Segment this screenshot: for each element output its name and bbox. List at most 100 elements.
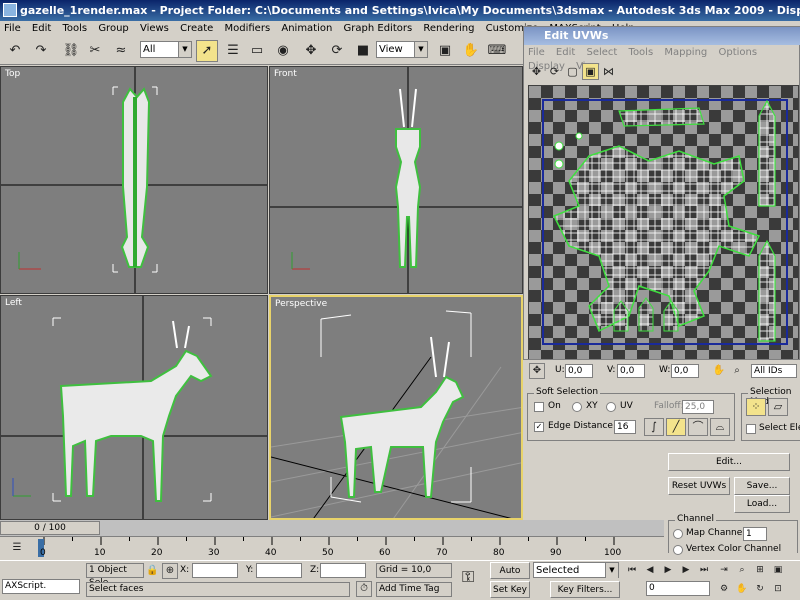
zoom-all-icon[interactable]: ⊞ [752,562,768,578]
falloff-smooth-icon[interactable]: ∫ [644,418,664,436]
uvw-editor-canvas[interactable] [528,85,799,372]
play-icon[interactable]: ▶ [660,562,676,578]
menu-edit[interactable]: Edit [28,21,55,37]
select-element-checkbox[interactable] [746,424,756,434]
time-configuration-icon[interactable]: ⚙ [716,581,732,597]
edge-mode-icon[interactable]: ▱ [768,398,788,416]
time-tag-icon[interactable]: ⏱ [356,581,372,597]
w-field[interactable]: 0,0 [671,364,699,378]
viewport-front[interactable]: Front [269,66,523,294]
select-manipulate-icon[interactable]: ✋ [460,40,482,62]
uvw-freeform-icon[interactable]: ▣ [582,63,599,80]
undo-icon[interactable]: ↶ [4,40,26,62]
go-to-start-icon[interactable]: ⏮ [624,562,640,578]
maxscript-listener[interactable]: AXScript. [2,579,80,594]
uvw-menu-tools[interactable]: Tools [625,46,658,60]
time-slider[interactable]: 0 / 100 [0,520,664,536]
edit-uvws-title-bar[interactable]: Edit UVWs [524,27,800,45]
edge-distance-checkbox[interactable]: ✓ [534,422,544,432]
auto-key-button[interactable]: Auto Key [490,562,530,592]
edge-distance-field[interactable]: 16 [614,420,636,434]
u-field[interactable]: 0,0 [565,364,593,378]
xy-radio[interactable] [572,402,582,412]
uvw-rotate-icon[interactable]: ⟳ [546,63,563,80]
go-to-end-icon[interactable]: ⏭ [696,562,712,578]
rotate-icon[interactable]: ⟳ [326,40,348,62]
menu-graph-editors[interactable]: Graph Editors [340,21,417,37]
vertex-mode-icon[interactable]: ⁘ [746,398,766,416]
edit-button[interactable]: Edit... [668,453,790,471]
current-frame-field[interactable]: 0 [646,581,710,596]
menu-group[interactable]: Group [94,21,132,37]
y-field[interactable] [256,563,302,578]
x-field[interactable] [192,563,238,578]
next-frame-icon[interactable]: ▶ [678,562,694,578]
redo-icon[interactable]: ↷ [30,40,52,62]
pan-view-icon[interactable]: ✋ [734,581,750,597]
map-channel-radio[interactable] [673,529,683,539]
track-view-icon[interactable]: ☰ [8,539,26,557]
uv-radio[interactable] [606,402,616,412]
key-filters-button[interactable]: Key Filters... [550,581,620,598]
maximize-viewport-icon[interactable]: ⊡ [770,581,786,597]
track-bar[interactable]: ☰ 0 10 20 30 40 50 60 70 80 90 100 [0,536,664,560]
selection-filter-dropdown[interactable]: All ▼ [140,41,192,58]
uvw-move-icon[interactable]: ✥ [528,63,545,80]
scale-icon[interactable]: ■ [352,40,374,62]
uvw-menu-select[interactable]: Select [582,46,621,60]
set-key-button[interactable]: Set Key [490,581,530,598]
zoom-icon[interactable]: ⌕ [729,363,745,379]
time-slider-thumb[interactable]: 0 / 100 [0,521,100,535]
uvw-mirror-icon[interactable]: ⋈ [600,63,617,80]
keyboard-shortcut-icon[interactable]: ⌨ [486,40,508,62]
key-icon[interactable]: ⚿ [462,569,474,585]
menu-rendering[interactable]: Rendering [419,21,478,37]
uvw-menu-edit[interactable]: Edit [552,46,579,60]
falloff-slow-icon[interactable]: ⌒ [688,418,708,436]
lock-icon[interactable]: 🔒 [146,563,158,578]
vertex-color-radio[interactable] [673,545,683,555]
save-button[interactable]: Save... [734,477,790,495]
falloff-field[interactable]: 25,0 [682,400,714,414]
bind-space-warp-icon[interactable]: ≈ [110,40,132,62]
menu-create[interactable]: Create [176,21,217,37]
menu-file[interactable]: File [0,21,25,37]
load-button[interactable]: Load... [734,495,790,513]
z-field[interactable] [320,563,366,578]
viewport-left[interactable]: Left [0,295,268,520]
window-crossing-icon[interactable]: ◉ [272,40,294,62]
uvw-scale-icon[interactable]: ▢ [564,63,581,80]
zoom-viewport-icon[interactable]: ⌕ [734,562,750,578]
falloff-linear-icon[interactable]: ╱ [666,418,686,436]
previous-frame-icon[interactable]: ◀ [642,562,658,578]
rectangular-region-icon[interactable]: ▭ [246,40,268,62]
pan-icon[interactable]: ✋ [711,363,727,379]
map-channel-field[interactable]: 1 [743,527,767,541]
viewport-perspective[interactable]: Perspective [269,295,523,520]
uvw-menu-mapping[interactable]: Mapping [660,46,711,60]
add-time-tag[interactable]: Add Time Tag [376,582,452,597]
lock-selection-icon[interactable]: ✥ [529,363,545,379]
select-by-name-icon[interactable]: ☰ [222,40,244,62]
reference-coordinate-dropdown[interactable]: View ▼ [376,41,428,58]
uvw-menu-file[interactable]: File [524,46,549,60]
select-and-link-icon[interactable]: ⛓ [60,40,82,62]
absolute-mode-icon[interactable]: ⊕ [162,563,178,579]
falloff-fast-icon[interactable]: ⌓ [710,418,730,436]
ids-dropdown[interactable]: All IDs [751,364,797,378]
menu-animation[interactable]: Animation [277,21,336,37]
on-checkbox[interactable] [534,402,544,412]
v-field[interactable]: 0,0 [617,364,645,378]
zoom-extents-icon[interactable]: ▣ [770,562,786,578]
key-mode-toggle-icon[interactable]: ⇥ [716,562,732,578]
key-mode-dropdown[interactable]: Selected ▼ [533,562,619,578]
menu-tools[interactable]: Tools [58,21,91,37]
move-icon[interactable]: ✥ [300,40,322,62]
uvw-menu-options[interactable]: Options [714,46,761,60]
edit-uvws-window[interactable]: Edit UVWs File Edit Select Tools Mapping… [523,26,800,381]
viewport-top[interactable]: Top [0,66,268,294]
menu-views[interactable]: Views [136,21,173,37]
orbit-icon[interactable]: ↻ [752,581,768,597]
menu-modifiers[interactable]: Modifiers [221,21,275,37]
unlink-icon[interactable]: ✂ [84,40,106,62]
